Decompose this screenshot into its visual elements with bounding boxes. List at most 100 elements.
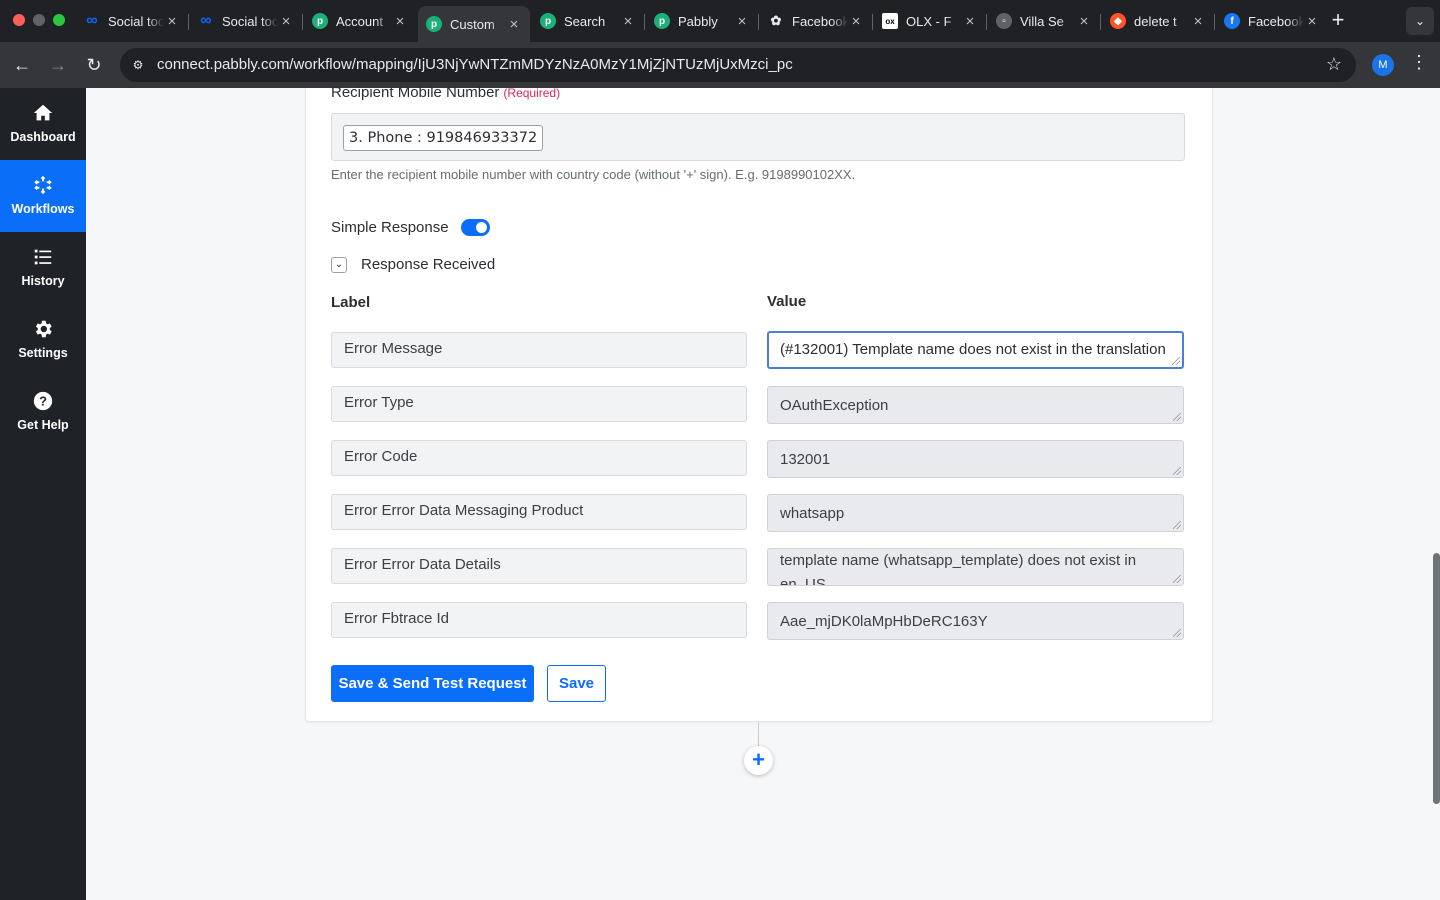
bookmark-star-icon[interactable]: ☆: [1326, 54, 1342, 75]
sidebar-item-workflows[interactable]: Workflows: [0, 160, 86, 232]
sidebar-item-history[interactable]: History: [0, 232, 86, 304]
page-scrollbar-thumb[interactable]: [1433, 553, 1440, 804]
new-tab-button[interactable]: +: [1328, 9, 1348, 31]
browser-tab[interactable]: ox OLX - F ×: [874, 6, 986, 36]
tab-separator: [1214, 14, 1215, 30]
tab-separator: [1100, 14, 1101, 30]
close-icon[interactable]: ×: [848, 13, 864, 30]
reload-icon[interactable]: ↻: [82, 53, 106, 77]
browser-tab[interactable]: p Search ×: [532, 6, 644, 36]
sidebar-item-dashboard[interactable]: Dashboard: [0, 88, 86, 160]
home-icon: [33, 104, 53, 121]
response-label-field[interactable]: Error Type: [331, 386, 747, 422]
simple-response-row: Simple Response: [331, 219, 490, 236]
pabbly-icon: p: [540, 13, 556, 29]
save-and-send-test-button[interactable]: Save & Send Test Request: [331, 665, 534, 702]
profile-avatar[interactable]: M: [1372, 54, 1394, 76]
tab-title: Facebook: [792, 13, 848, 29]
browser-tab[interactable]: ✿ Facebook ×: [760, 6, 872, 36]
address-bar[interactable]: ⚙ connect.pabbly.com/workflow/mapping/Ij…: [120, 48, 1356, 82]
browser-tab[interactable]: ▫ Villa Se ×: [988, 6, 1100, 36]
tab-search-button[interactable]: ⌄: [1406, 7, 1434, 35]
mobile-number-field[interactable]: 3. Phone : 919846933372: [331, 113, 1185, 161]
back-arrow-icon[interactable]: ←: [10, 53, 34, 77]
sidebar-item-label: History: [21, 274, 65, 288]
value-column-header: Value: [767, 293, 807, 310]
tab-title: Custom: [450, 16, 495, 32]
main-content: Recipient Mobile Number (Required) 3. Pho…: [86, 84, 1432, 900]
close-window-button[interactable]: [13, 14, 25, 26]
response-value-field[interactable]: Aae_mjDK0laMpHbDeRC163Y: [767, 602, 1184, 640]
help-icon: ?: [33, 391, 53, 411]
close-icon[interactable]: ×: [392, 13, 408, 30]
sidebar-item-get-help[interactable]: ? Get Help: [0, 376, 86, 448]
response-label-field[interactable]: Error Fbtrace Id: [331, 602, 747, 638]
chevron-down-icon[interactable]: ⌄: [331, 256, 347, 273]
save-button[interactable]: Save: [547, 665, 606, 702]
response-received-label: Response Received: [361, 256, 496, 273]
browser-tab[interactable]: ∞ Social tools×: [76, 6, 188, 36]
browser-tab[interactable]: p Account ×: [304, 6, 416, 36]
tab-title: Account: [336, 13, 383, 29]
meta-icon: ∞: [86, 12, 98, 29]
resize-handle-icon[interactable]: [1173, 413, 1181, 421]
close-icon[interactable]: ×: [1304, 13, 1320, 30]
resize-handle-icon[interactable]: [1173, 629, 1181, 637]
response-value-field[interactable]: whatsapp: [767, 494, 1184, 532]
mapped-field-chip[interactable]: 3. Phone : 919846933372: [343, 125, 544, 151]
olx-icon: ox: [882, 13, 898, 29]
simple-response-toggle[interactable]: [460, 219, 490, 236]
browser-tab[interactable]: p Custom ×: [418, 6, 530, 42]
tab-separator: [872, 14, 873, 30]
response-value-text: Aae_mjDK0laMpHbDeRC163Y: [780, 613, 988, 630]
close-icon[interactable]: ×: [164, 13, 180, 30]
close-icon[interactable]: ×: [1076, 13, 1092, 30]
response-value-field[interactable]: (#132001) Template name does not exist i…: [767, 331, 1184, 369]
site-settings-icon[interactable]: ⚙: [130, 57, 146, 73]
maximize-window-button[interactable]: [53, 14, 65, 26]
tab-separator: [302, 14, 303, 30]
add-step-plus-icon[interactable]: +: [744, 746, 773, 775]
close-icon[interactable]: ×: [620, 13, 636, 30]
response-received-row[interactable]: ⌄ Response Received: [331, 256, 495, 273]
response-label-field[interactable]: Error Code: [331, 440, 747, 476]
brave-icon: ◆: [1110, 13, 1126, 29]
minimize-window-button[interactable]: [33, 14, 45, 26]
browser-menu-icon[interactable]: ⋮: [1410, 52, 1428, 73]
resize-handle-icon[interactable]: [1172, 357, 1180, 365]
response-value-field[interactable]: OAuthException: [767, 386, 1184, 424]
sidebar-item-settings[interactable]: Settings: [0, 304, 86, 376]
close-icon[interactable]: ×: [734, 13, 750, 30]
url-text[interactable]: connect.pabbly.com/workflow/mapping/IjU3…: [157, 56, 793, 73]
browser-tab[interactable]: f Facebook ×: [1216, 6, 1328, 36]
tab-separator: [644, 14, 645, 30]
resize-handle-icon[interactable]: [1173, 575, 1181, 583]
close-icon[interactable]: ×: [1190, 13, 1206, 30]
close-icon[interactable]: ×: [506, 16, 522, 33]
action-step-card: Recipient Mobile Number (Required) 3. Pho…: [305, 84, 1213, 722]
browser-tab[interactable]: p Pabbly ×: [646, 6, 758, 36]
workflow-icon: [34, 175, 52, 195]
tab-title: Facebook: [1248, 13, 1304, 29]
pabbly-icon: p: [426, 16, 442, 32]
openai-icon: ✿: [768, 13, 784, 29]
browser-tab[interactable]: ◆ delete t ×: [1102, 6, 1214, 36]
tab-title: Pabbly: [678, 13, 718, 29]
resize-handle-icon[interactable]: [1173, 467, 1181, 475]
mobile-number-label: Recipient Mobile Number (Required): [331, 84, 560, 101]
history-list-icon: [34, 249, 52, 265]
response-label-field[interactable]: Error Error Data Messaging Product: [331, 494, 747, 530]
close-icon[interactable]: ×: [962, 13, 978, 30]
response-label-field[interactable]: Error Message: [331, 332, 747, 368]
simple-response-label: Simple Response: [331, 219, 449, 236]
response-value-field[interactable]: 132001: [767, 440, 1184, 478]
forward-arrow-icon[interactable]: →: [46, 53, 70, 77]
response-label-field[interactable]: Error Error Data Details: [331, 548, 747, 584]
tab-title: OLX - F: [906, 13, 952, 29]
resize-handle-icon[interactable]: [1173, 521, 1181, 529]
browser-tab[interactable]: ∞ Social tools×: [190, 6, 302, 36]
close-icon[interactable]: ×: [278, 13, 294, 30]
response-value-field[interactable]: template name (whatsapp_template) does n…: [767, 548, 1184, 586]
response-value-text: (#132001) Template name does not exist i…: [780, 341, 1166, 358]
tab-separator: [986, 14, 987, 30]
